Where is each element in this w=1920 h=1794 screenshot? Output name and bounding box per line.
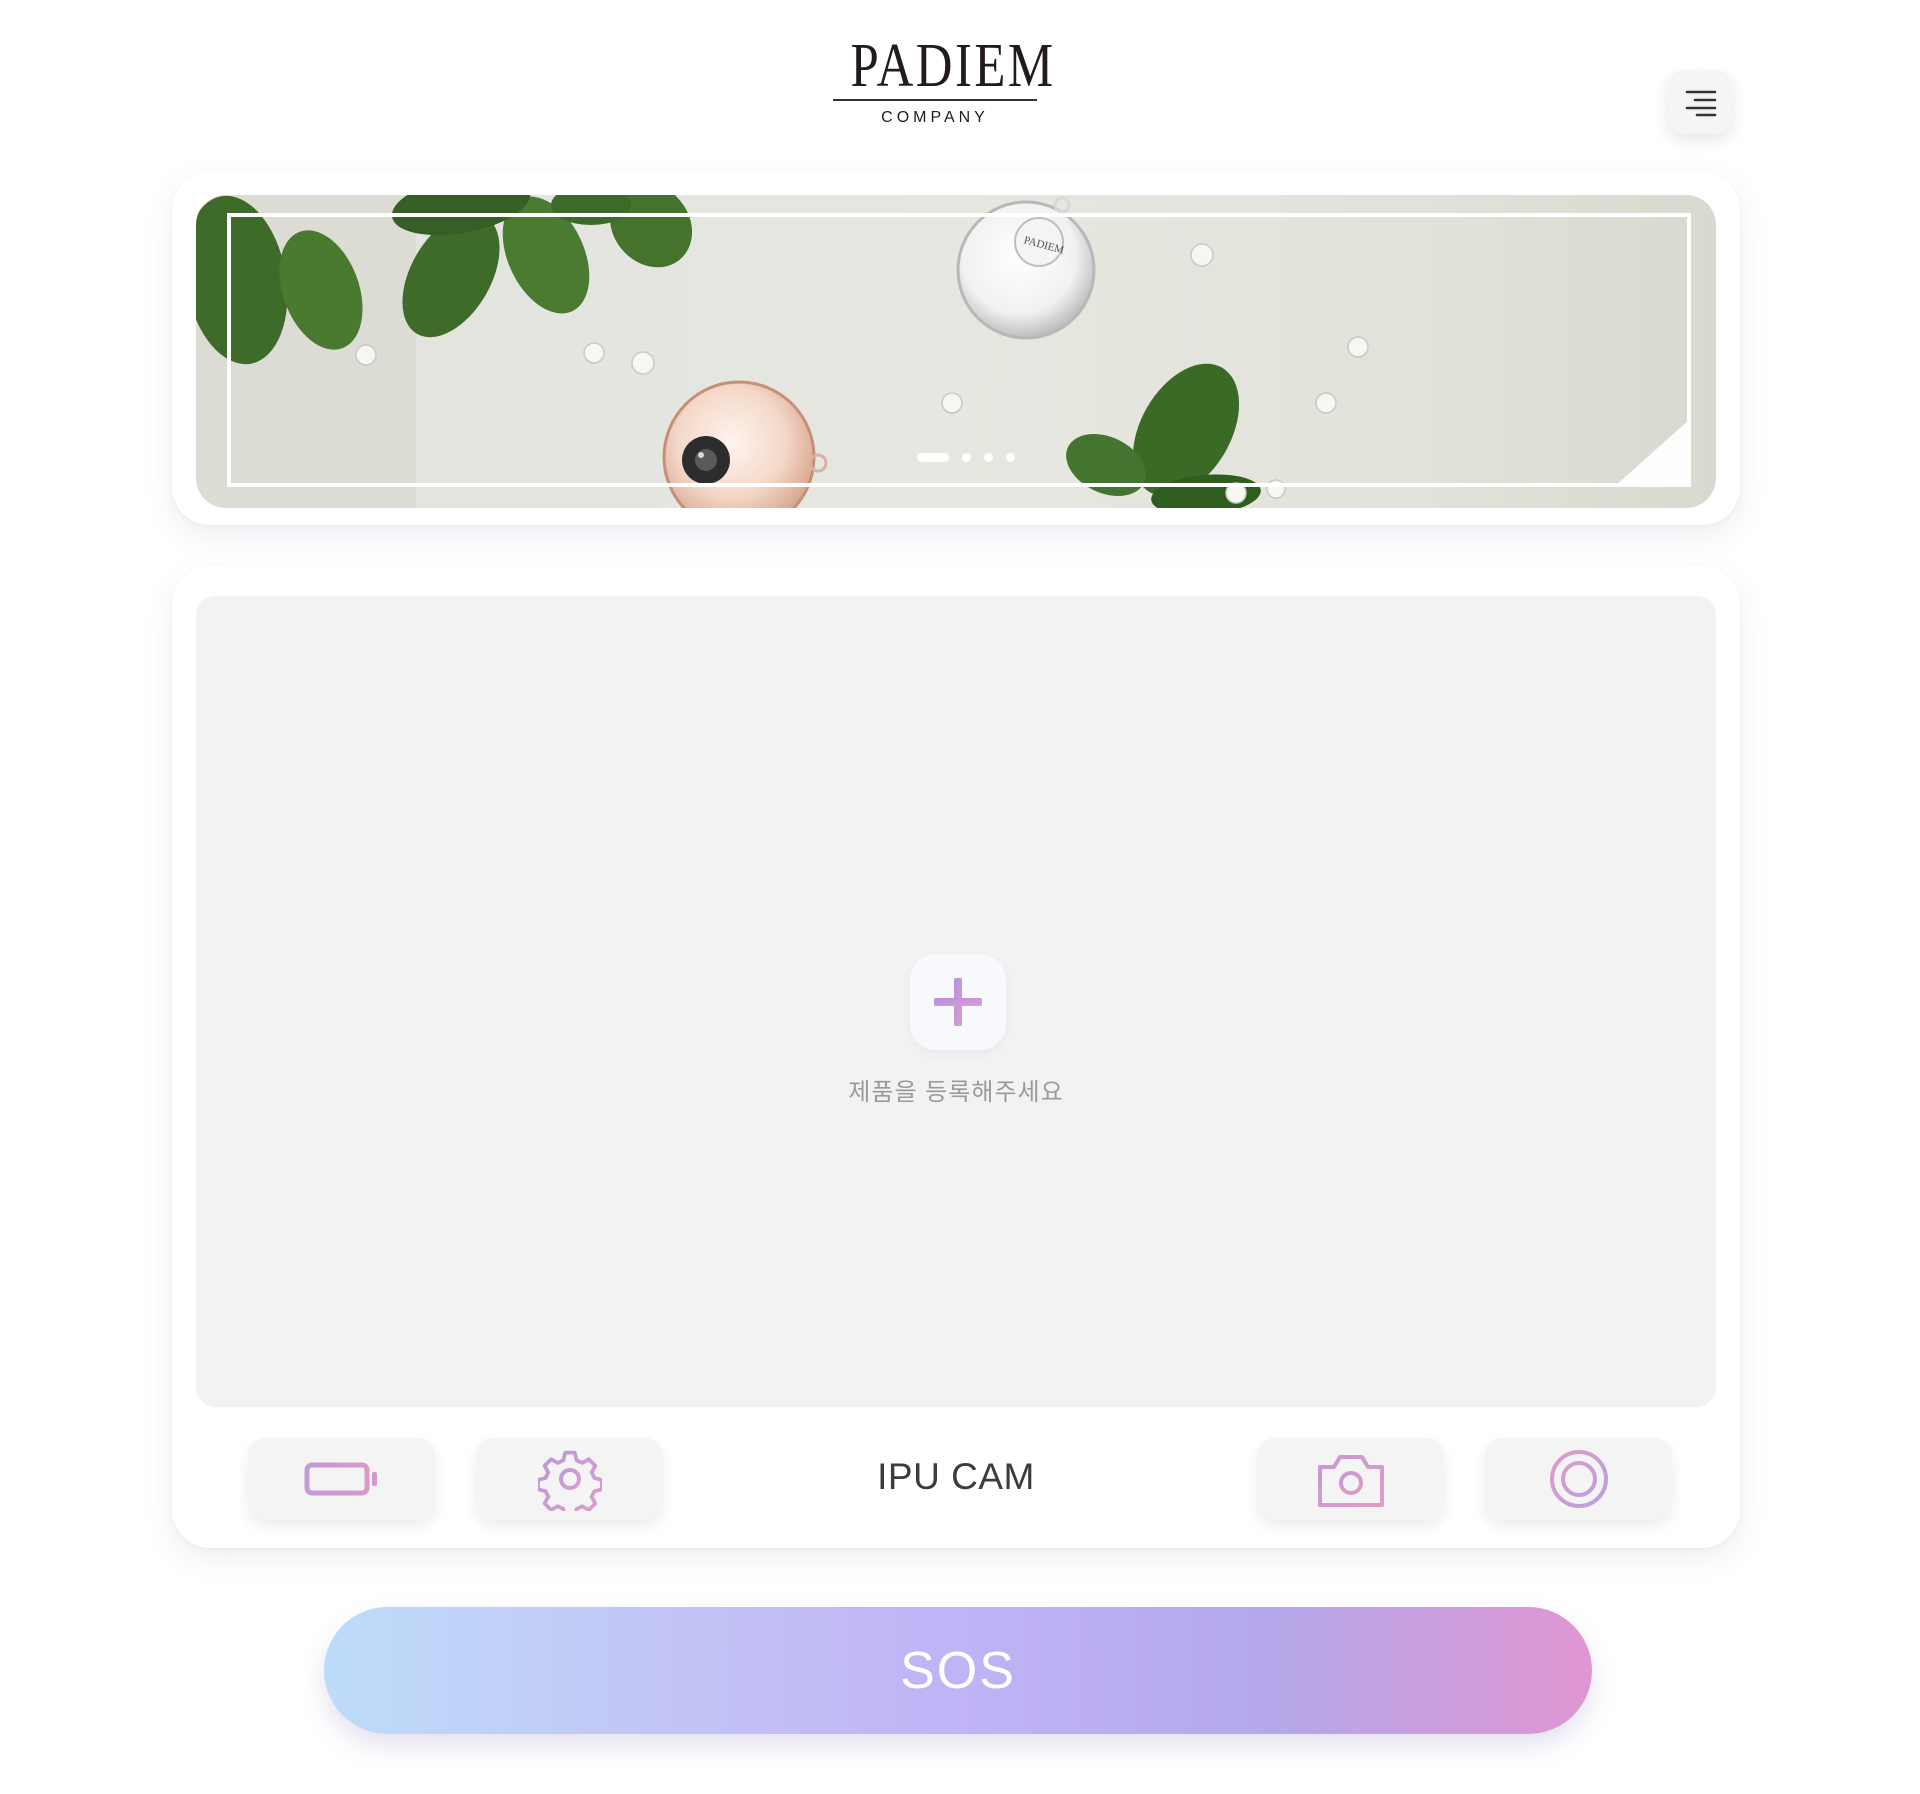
record-icon (1549, 1450, 1608, 1508)
sos-label: SOS (900, 1641, 1016, 1700)
video-preview-area: 제품을 등록해주세요 (196, 596, 1716, 1407)
menu-icon (1685, 90, 1717, 117)
carousel-dot[interactable] (984, 453, 993, 462)
company-logo: PADIEM COMPANY (832, 32, 1056, 133)
battery-button[interactable] (248, 1438, 435, 1520)
logo-subtitle: COMPANY (881, 109, 989, 126)
carousel-dot[interactable] (962, 453, 971, 462)
carousel-dot-active[interactable] (917, 453, 949, 462)
add-device-button[interactable] (910, 954, 1006, 1050)
sos-button[interactable]: SOS (324, 1607, 1592, 1734)
camera-icon (1317, 1455, 1384, 1507)
menu-button[interactable] (1668, 70, 1732, 134)
record-button[interactable] (1485, 1438, 1672, 1520)
gear-icon (537, 1450, 602, 1511)
banner-carousel[interactable]: PADIEM (196, 195, 1716, 508)
device-name-label: IPU CAM (877, 1456, 1035, 1497)
register-prompt: 제품을 등록해주세요 (848, 1079, 1064, 1106)
battery-icon (304, 1462, 377, 1496)
carousel-dot[interactable] (1006, 453, 1015, 462)
device-card: 제품을 등록해주세요 IPU CAM (172, 566, 1740, 1548)
plus-icon (934, 978, 982, 1026)
logo-wordmark: PADIEM (850, 32, 1056, 100)
carousel-indicators (216, 453, 1716, 462)
camera-button[interactable] (1257, 1438, 1444, 1520)
settings-button[interactable] (476, 1438, 663, 1520)
banner-card: PADIEM (172, 172, 1740, 525)
